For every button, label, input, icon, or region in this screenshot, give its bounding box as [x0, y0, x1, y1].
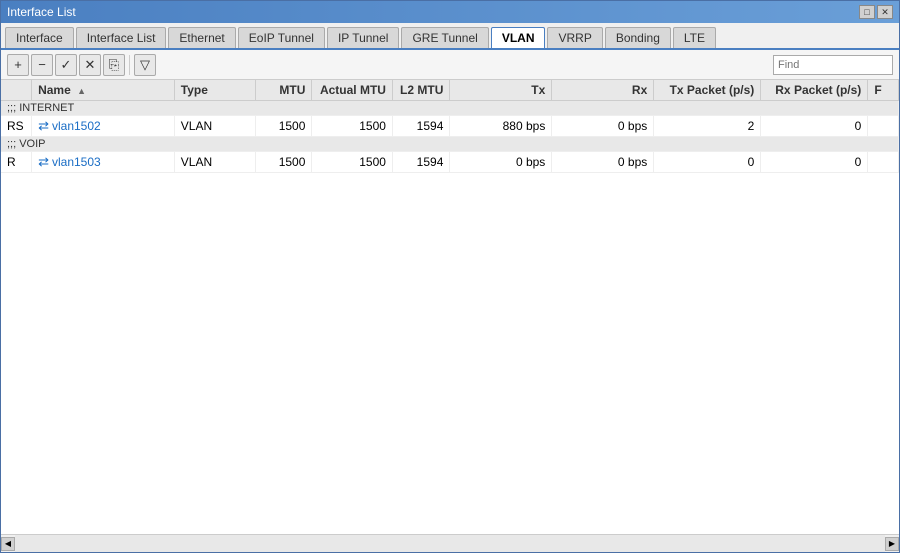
filter-button[interactable]: ▽	[134, 54, 156, 76]
interface-name[interactable]: vlan1503	[52, 155, 101, 169]
remove-button[interactable]: −	[31, 54, 53, 76]
add-button[interactable]: +	[7, 54, 29, 76]
group-row: ;;; INTERNET	[1, 101, 899, 116]
table-header-row: Name ▲ Type MTU Actual MTU L2 MTU Tx Rx …	[1, 80, 899, 101]
group-label: ;;; INTERNET	[1, 101, 899, 116]
cell-rx-pps: 0	[761, 116, 868, 137]
group-label: ;;; VOIP	[1, 137, 899, 152]
main-window: Interface List □ ✕ Interface Interface L…	[0, 0, 900, 553]
maximize-button[interactable]: □	[859, 5, 875, 19]
toolbar-separator	[129, 55, 130, 75]
col-header-tx-pps[interactable]: Tx Packet (p/s)	[654, 80, 761, 101]
col-header-f[interactable]: F	[868, 80, 899, 101]
cell-type: VLAN	[174, 152, 256, 173]
col-header-type[interactable]: Type	[174, 80, 256, 101]
cell-tx: 880 bps	[450, 116, 552, 137]
cell-name: ⇄ vlan1503	[32, 152, 175, 173]
cell-rx: 0 bps	[552, 152, 654, 173]
tab-interface[interactable]: Interface	[5, 27, 74, 48]
sort-arrow-name: ▲	[77, 86, 86, 96]
cell-l2mtu: 1594	[392, 152, 449, 173]
table-row[interactable]: RS⇄ vlan1502VLAN150015001594880 bps0 bps…	[1, 116, 899, 137]
table-container[interactable]: Name ▲ Type MTU Actual MTU L2 MTU Tx Rx …	[1, 80, 899, 534]
scroll-left-button[interactable]: ◀	[1, 537, 15, 551]
tab-bar: Interface Interface List Ethernet EoIP T…	[1, 23, 899, 50]
window-title: Interface List	[7, 5, 76, 19]
col-header-l2mtu[interactable]: L2 MTU	[392, 80, 449, 101]
scroll-right-button[interactable]: ▶	[885, 537, 899, 551]
network-icon: ⇄	[38, 154, 49, 170]
interface-table: Name ▲ Type MTU Actual MTU L2 MTU Tx Rx …	[1, 80, 899, 173]
cell-mtu: 1500	[256, 116, 312, 137]
cell-type: VLAN	[174, 116, 256, 137]
tab-gre-tunnel[interactable]: GRE Tunnel	[401, 27, 488, 48]
col-header-tx[interactable]: Tx	[450, 80, 552, 101]
col-header-mtu[interactable]: MTU	[256, 80, 312, 101]
tab-eoip-tunnel[interactable]: EoIP Tunnel	[238, 27, 325, 48]
network-icon: ⇄	[38, 118, 49, 134]
title-bar: Interface List □ ✕	[1, 1, 899, 23]
cross-button[interactable]: ✕	[79, 54, 101, 76]
copy-button[interactable]: ⎘	[103, 54, 125, 76]
close-button[interactable]: ✕	[877, 5, 893, 19]
table-row[interactable]: R⇄ vlan1503VLAN1500150015940 bps0 bps00	[1, 152, 899, 173]
scroll-track[interactable]	[15, 535, 885, 552]
tab-bonding[interactable]: Bonding	[605, 27, 671, 48]
cell-tx-pps: 0	[654, 152, 761, 173]
col-header-actual-mtu[interactable]: Actual MTU	[312, 80, 393, 101]
search-input[interactable]	[773, 55, 893, 75]
cell-mtu: 1500	[256, 152, 312, 173]
col-header-name[interactable]: Name ▲	[32, 80, 175, 101]
cell-rx: 0 bps	[552, 116, 654, 137]
cell-name: ⇄ vlan1502	[32, 116, 175, 137]
cell-rx-pps: 0	[761, 152, 868, 173]
col-header-rx-pps[interactable]: Rx Packet (p/s)	[761, 80, 868, 101]
tab-ethernet[interactable]: Ethernet	[168, 27, 235, 48]
tab-vlan[interactable]: VLAN	[491, 27, 546, 48]
group-row: ;;; VOIP	[1, 137, 899, 152]
tab-interface-list[interactable]: Interface List	[76, 27, 167, 48]
cell-f	[868, 152, 899, 173]
interface-name[interactable]: vlan1502	[52, 119, 101, 133]
check-button[interactable]: ✓	[55, 54, 77, 76]
cell-flags: R	[1, 152, 32, 173]
cell-tx-pps: 2	[654, 116, 761, 137]
cell-actual-mtu: 1500	[312, 152, 393, 173]
col-header-flags[interactable]	[1, 80, 32, 101]
cell-actual-mtu: 1500	[312, 116, 393, 137]
status-bar: ◀ ▶	[1, 534, 899, 552]
tab-lte[interactable]: LTE	[673, 27, 716, 48]
cell-flags: RS	[1, 116, 32, 137]
window-controls: □ ✕	[859, 5, 893, 19]
cell-l2mtu: 1594	[392, 116, 449, 137]
cell-f	[868, 116, 899, 137]
toolbar: + − ✓ ✕ ⎘ ▽	[1, 50, 899, 80]
tab-vrrp[interactable]: VRRP	[547, 27, 602, 48]
col-header-rx[interactable]: Rx	[552, 80, 654, 101]
tab-ip-tunnel[interactable]: IP Tunnel	[327, 27, 399, 48]
cell-tx: 0 bps	[450, 152, 552, 173]
